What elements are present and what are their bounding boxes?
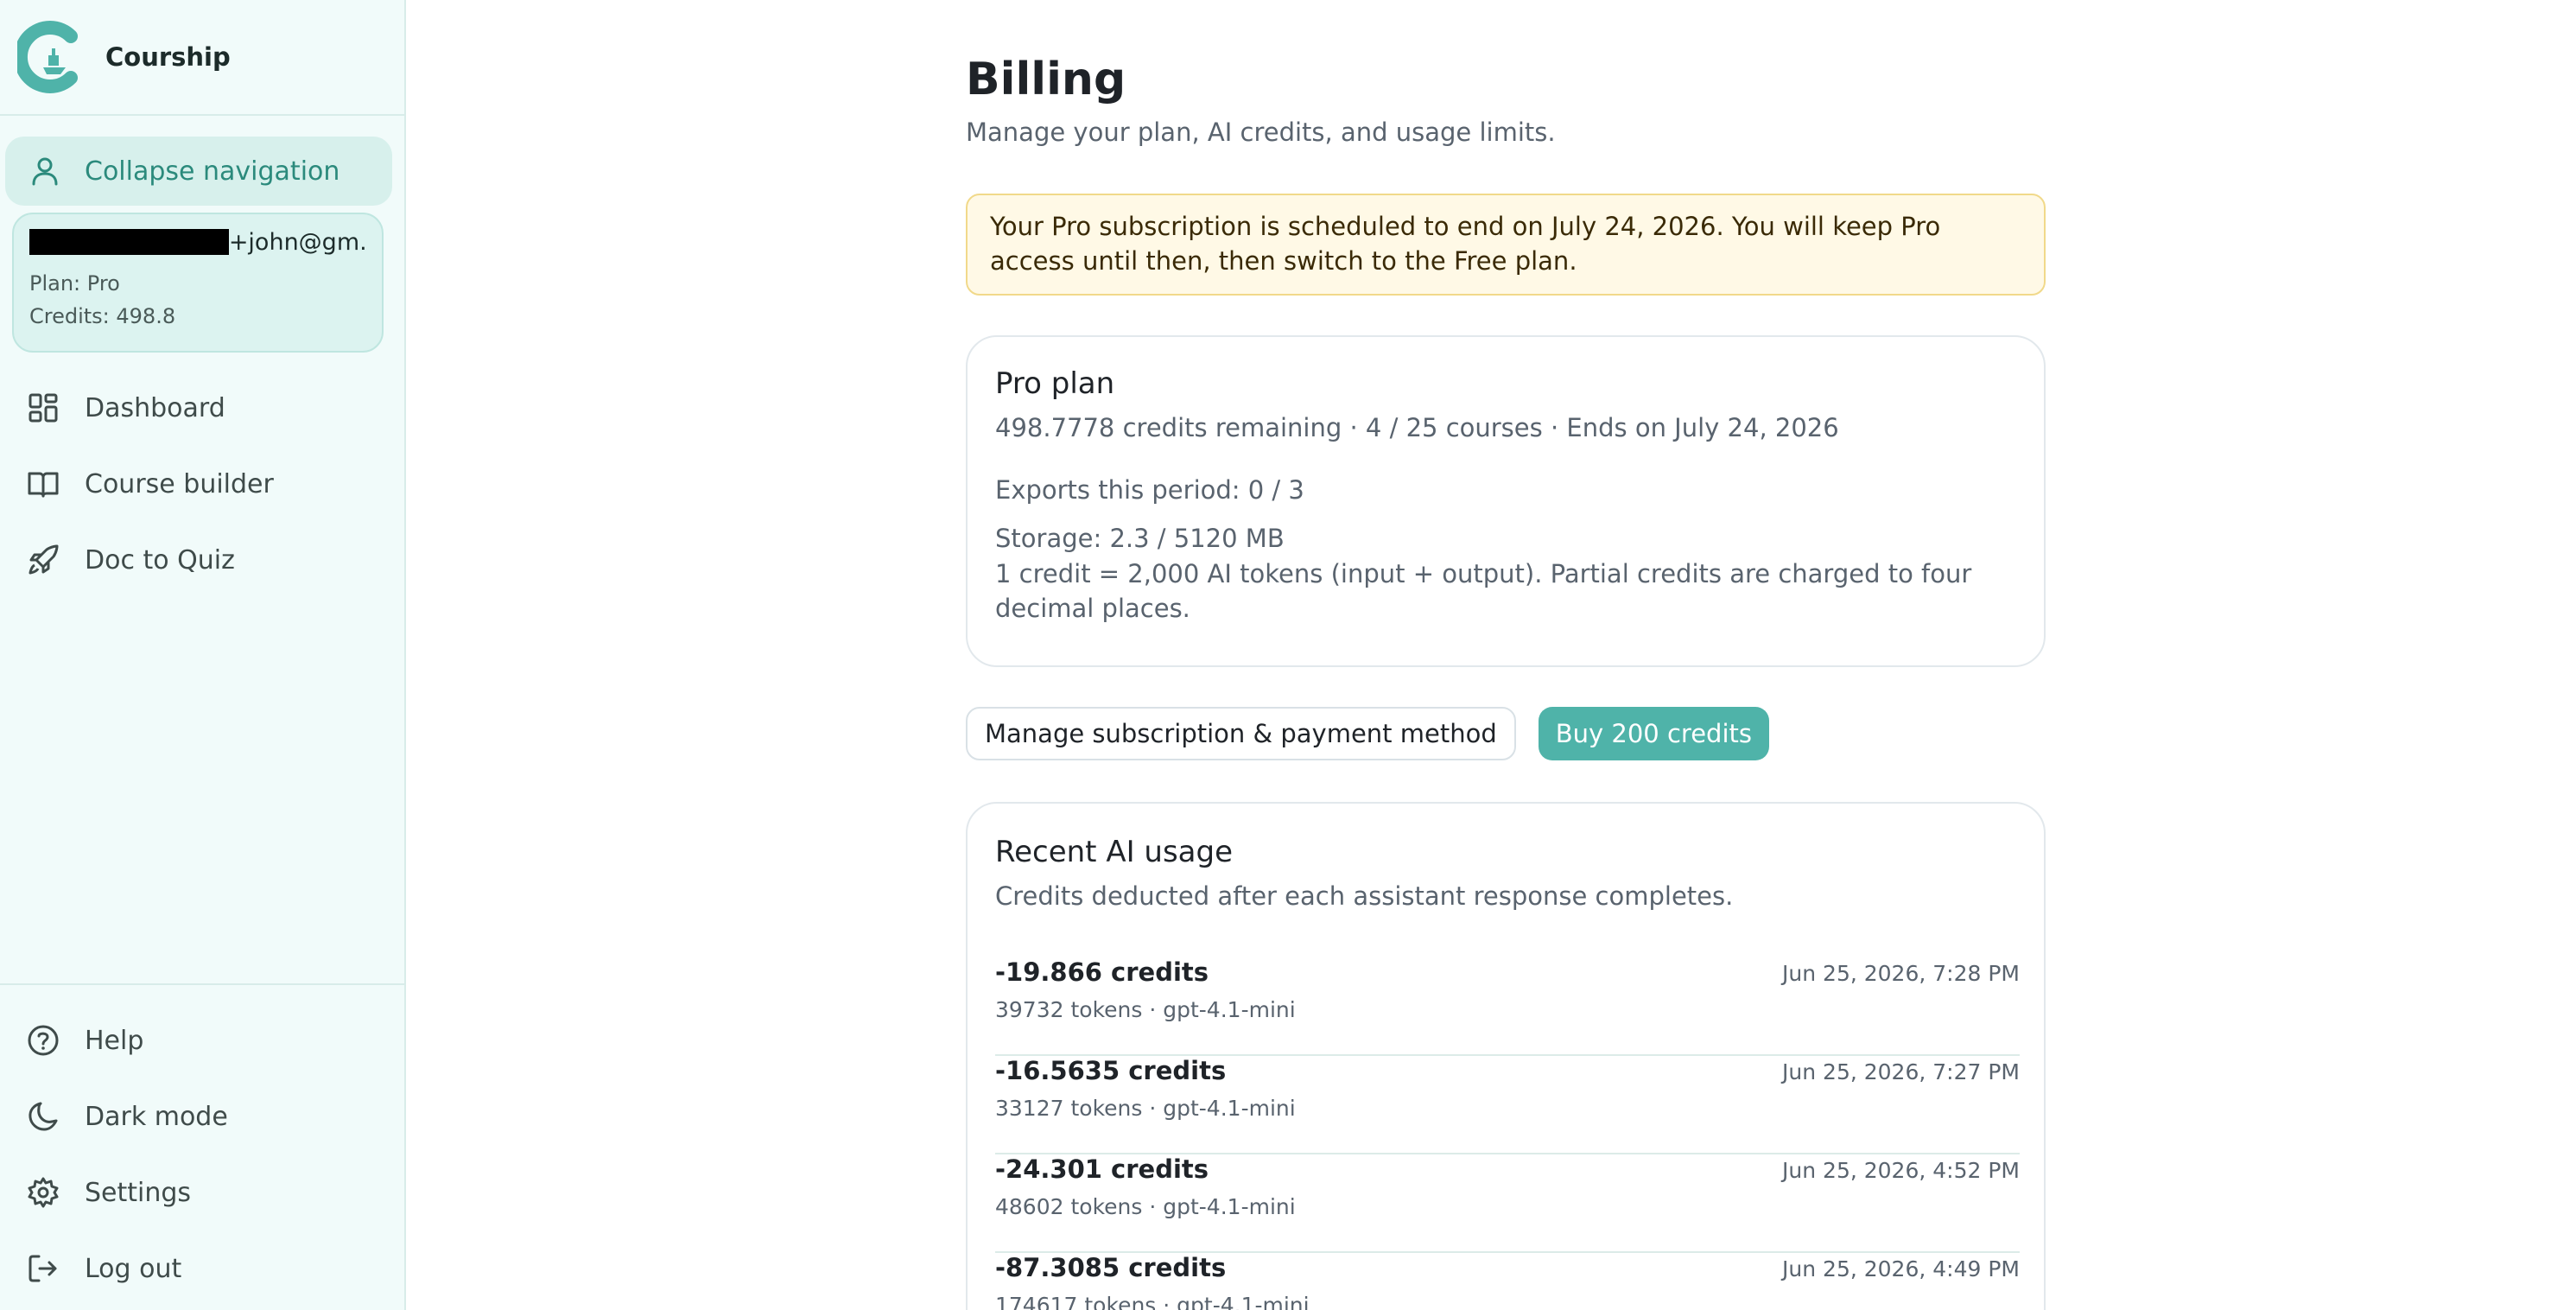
courship-logo-icon xyxy=(17,21,78,93)
usage-row: -87.3085 credits 174617 tokens · gpt-4.1… xyxy=(995,1253,2020,1310)
plan-exports: Exports this period: 0 / 3 xyxy=(995,475,1304,505)
usage-meta: 48602 tokens · gpt-4.1-mini xyxy=(995,1194,1296,1219)
help-icon xyxy=(28,1025,59,1056)
sidebar-item-label: Log out xyxy=(85,1253,182,1284)
sidebar-item-label: Settings xyxy=(85,1177,192,1208)
dashboard-icon xyxy=(29,393,58,423)
sidebar-item-label: Help xyxy=(85,1025,144,1056)
book-icon xyxy=(28,472,59,498)
usage-amount: -16.5635 credits xyxy=(995,1056,1227,1085)
sidebar-item-help[interactable]: Help xyxy=(26,1014,143,1066)
sidebar-divider xyxy=(0,983,404,985)
sidebar-item-settings[interactable]: Settings xyxy=(26,1167,191,1218)
usage-card: Recent AI usage Credits deducted after e… xyxy=(966,802,2046,1310)
usage-meta: 33127 tokens · gpt-4.1-mini xyxy=(995,1096,1296,1121)
usage-meta: 39732 tokens · gpt-4.1-mini xyxy=(995,997,1296,1022)
gear-icon xyxy=(28,1177,59,1208)
moon-icon xyxy=(29,1102,58,1131)
subscription-notice: Your Pro subscription is scheduled to en… xyxy=(966,194,2046,296)
page-subtitle: Manage your plan, AI credits, and usage … xyxy=(966,118,1556,147)
user-icon xyxy=(32,157,58,186)
usage-amount: -19.866 credits xyxy=(995,957,1209,987)
brand-name: Courship xyxy=(105,42,231,72)
sidebar-item-doc-to-quiz[interactable]: Doc to Quiz xyxy=(26,534,235,586)
sidebar-item-log-out[interactable]: Log out xyxy=(26,1243,181,1294)
logout-icon xyxy=(29,1255,57,1282)
brand[interactable]: Courship xyxy=(0,0,404,116)
usage-amount: -87.3085 credits xyxy=(995,1253,1227,1282)
sidebar-item-label: Dashboard xyxy=(85,392,225,423)
redacted-block xyxy=(29,229,229,255)
sidebar: Courship Collapse navigation +john@gm...… xyxy=(0,0,406,1310)
manage-subscription-button[interactable]: Manage subscription & payment method xyxy=(966,707,1516,760)
usage-title: Recent AI usage xyxy=(995,835,1234,869)
billing-actions: Manage subscription & payment method Buy… xyxy=(966,707,1769,760)
sidebar-item-label: Dark mode xyxy=(85,1101,228,1132)
sidebar-item-label: Course builder xyxy=(85,468,274,499)
usage-row: -19.866 credits 39732 tokens · gpt-4.1-m… xyxy=(995,957,2020,1056)
usage-time: Jun 25, 2026, 7:28 PM xyxy=(1782,961,2020,986)
buy-credits-button[interactable]: Buy 200 credits xyxy=(1538,707,1769,760)
sidebar-item-dark-mode[interactable]: Dark mode xyxy=(26,1091,228,1142)
account-credits: Credits: 498.8 xyxy=(29,304,176,328)
account-email-suffix: +john@gm... xyxy=(228,228,366,256)
usage-subtitle: Credits deducted after each assistant re… xyxy=(995,881,1734,911)
usage-time: Jun 25, 2026, 4:49 PM xyxy=(1782,1256,2020,1281)
usage-row: -16.5635 credits 33127 tokens · gpt-4.1-… xyxy=(995,1056,2020,1154)
sidebar-item-label: Doc to Quiz xyxy=(85,544,235,576)
usage-list: -19.866 credits 39732 tokens · gpt-4.1-m… xyxy=(995,957,2020,1310)
usage-amount: -24.301 credits xyxy=(995,1154,1209,1184)
collapse-navigation-button[interactable]: Collapse navigation xyxy=(5,137,392,206)
usage-time: Jun 25, 2026, 4:52 PM xyxy=(1782,1158,2020,1183)
usage-row: -24.301 credits 48602 tokens · gpt-4.1-m… xyxy=(995,1154,2020,1253)
page-title: Billing xyxy=(966,54,1126,105)
rocket-icon xyxy=(29,544,59,575)
account-plan: Plan: Pro xyxy=(29,271,120,296)
collapse-navigation-label: Collapse navigation xyxy=(85,156,340,187)
plan-summary: 498.7778 credits remaining · 4 / 25 cour… xyxy=(995,413,1839,442)
usage-time: Jun 25, 2026, 7:27 PM xyxy=(1782,1059,2020,1084)
usage-meta: 174617 tokens · gpt-4.1-mini xyxy=(995,1293,1310,1310)
plan-card: Pro plan 498.7778 credits remaining · 4 … xyxy=(966,335,2046,667)
sidebar-item-course-builder[interactable]: Course builder xyxy=(26,458,274,510)
sidebar-item-dashboard[interactable]: Dashboard xyxy=(26,382,225,434)
account-card[interactable]: +john@gm... Plan: Pro Credits: 498.8 xyxy=(12,213,384,353)
plan-title: Pro plan xyxy=(995,366,1115,401)
plan-credit-note: 1 credit = 2,000 AI tokens (input + outp… xyxy=(995,559,1972,623)
main-content: Billing Manage your plan, AI credits, an… xyxy=(406,0,2576,1310)
plan-storage: Storage: 2.3 / 5120 MB xyxy=(995,524,1285,553)
app-root: Courship Collapse navigation +john@gm...… xyxy=(0,0,2576,1310)
account-email: +john@gm... xyxy=(29,228,366,256)
